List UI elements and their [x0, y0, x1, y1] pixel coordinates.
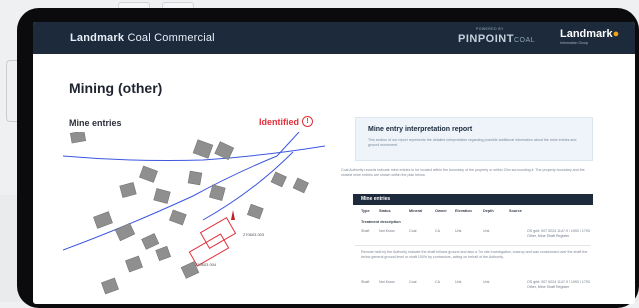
column-header: Status	[379, 209, 391, 213]
building	[119, 182, 137, 198]
table-cell: Not Know	[379, 280, 395, 284]
landmark-subtitle: Information Group	[560, 41, 589, 45]
table-cell: Unk	[483, 280, 490, 284]
table-row[interactable]: Shaft Not Know Coal CA Unk Unk OS grid: …	[353, 229, 593, 243]
pinpoint-suffix: COAL	[513, 37, 536, 44]
landmark-name: Landmark	[560, 28, 613, 40]
column-header: Depth	[483, 209, 494, 213]
building	[270, 171, 287, 188]
building	[93, 211, 113, 229]
pinpoint-logo: POWERED BY PINPOINTCOAL	[458, 27, 535, 49]
building	[155, 245, 172, 262]
building	[214, 141, 235, 161]
table-cell: Unk	[455, 280, 462, 284]
landmark-logo: Landmark● Information Group	[560, 28, 628, 50]
pinpoint-wordmark: PINPOINTCOAL	[458, 33, 535, 45]
building	[141, 233, 160, 250]
table-cell: Coal	[409, 280, 417, 284]
building	[125, 255, 143, 273]
column-header: Elevation	[455, 209, 472, 213]
table-cell: Not Know	[379, 229, 395, 233]
treatment-note: Remote held by the Authority indicate th…	[361, 250, 588, 259]
tablet-screen: Landmark Coal Commercial POWERED BY PINP…	[33, 22, 635, 304]
building	[169, 209, 187, 226]
app-brand[interactable]: Landmark Coal Commercial	[70, 32, 215, 44]
table-cell: OS grid: 007 5224 1147.9 / 1993 / 1793 O…	[527, 229, 590, 238]
status-badge: Identified	[259, 117, 299, 127]
alert-circle-icon[interactable]: !	[302, 116, 313, 127]
divider	[355, 245, 591, 246]
powered-by-label: POWERED BY	[476, 27, 504, 31]
mine-entry-marker-label: 270603 003	[243, 232, 265, 237]
section-label: Treatment description	[361, 220, 401, 224]
building	[192, 139, 214, 159]
mine-entry-marker-label: 270603 004	[195, 262, 217, 267]
mine-entry-marker-icon	[231, 210, 235, 220]
pinpoint-name: PINPOINT	[458, 33, 514, 45]
report-body: This section of our report represents th…	[368, 138, 577, 147]
top-navbar: Landmark Coal Commercial POWERED BY PINP…	[33, 22, 635, 54]
report-paragraph: Coal Authority records indicate mine ent…	[341, 168, 585, 177]
table-cell: Shaft	[361, 229, 370, 233]
table-cell: CA	[435, 280, 440, 284]
building	[246, 203, 264, 220]
report-info-box: Mine entry interpretation report This se…	[355, 117, 593, 161]
table-cell: Unk	[483, 229, 490, 233]
building	[101, 277, 119, 295]
landmark-dot-icon: ●	[612, 28, 620, 40]
building	[153, 188, 171, 204]
table-columns: Type Status Mineral Owner Elevation Dept…	[353, 209, 593, 217]
table-cell: OS grid: 007 5224 1147.9 / 1993 / 1793 O…	[527, 280, 590, 289]
mine-entries-map[interactable]: 270603 003 270603 004	[63, 132, 325, 304]
table-cell: Shaft	[361, 280, 370, 284]
page-title: Mining (other)	[69, 80, 163, 96]
brand-rest: Coal Commercial	[127, 32, 215, 44]
table-cell: Coal	[409, 229, 417, 233]
report-title: Mine entry interpretation report	[368, 126, 473, 133]
column-header: Type	[361, 209, 370, 213]
column-header: Source	[509, 209, 522, 213]
table-header-bar: Mine entries	[353, 194, 593, 205]
building	[209, 184, 226, 201]
property-boundary	[199, 217, 237, 249]
column-header: Owner	[435, 209, 447, 213]
table-row[interactable]: Shaft Not Know Coal CA Unk Unk OS grid: …	[353, 280, 593, 294]
table-title: Mine entries	[361, 196, 391, 202]
table-cell: CA	[435, 229, 440, 233]
landmark-wordmark: Landmark●	[560, 28, 628, 40]
building	[69, 132, 87, 144]
road-line	[276, 132, 300, 157]
table-cell: Unk	[455, 229, 462, 233]
building	[292, 177, 309, 194]
column-header: Mineral	[409, 209, 423, 213]
map-section-label: Mine entries	[69, 118, 122, 128]
building	[114, 222, 136, 242]
building	[187, 170, 203, 186]
building	[139, 165, 158, 183]
brand-bold: Landmark	[70, 32, 125, 44]
